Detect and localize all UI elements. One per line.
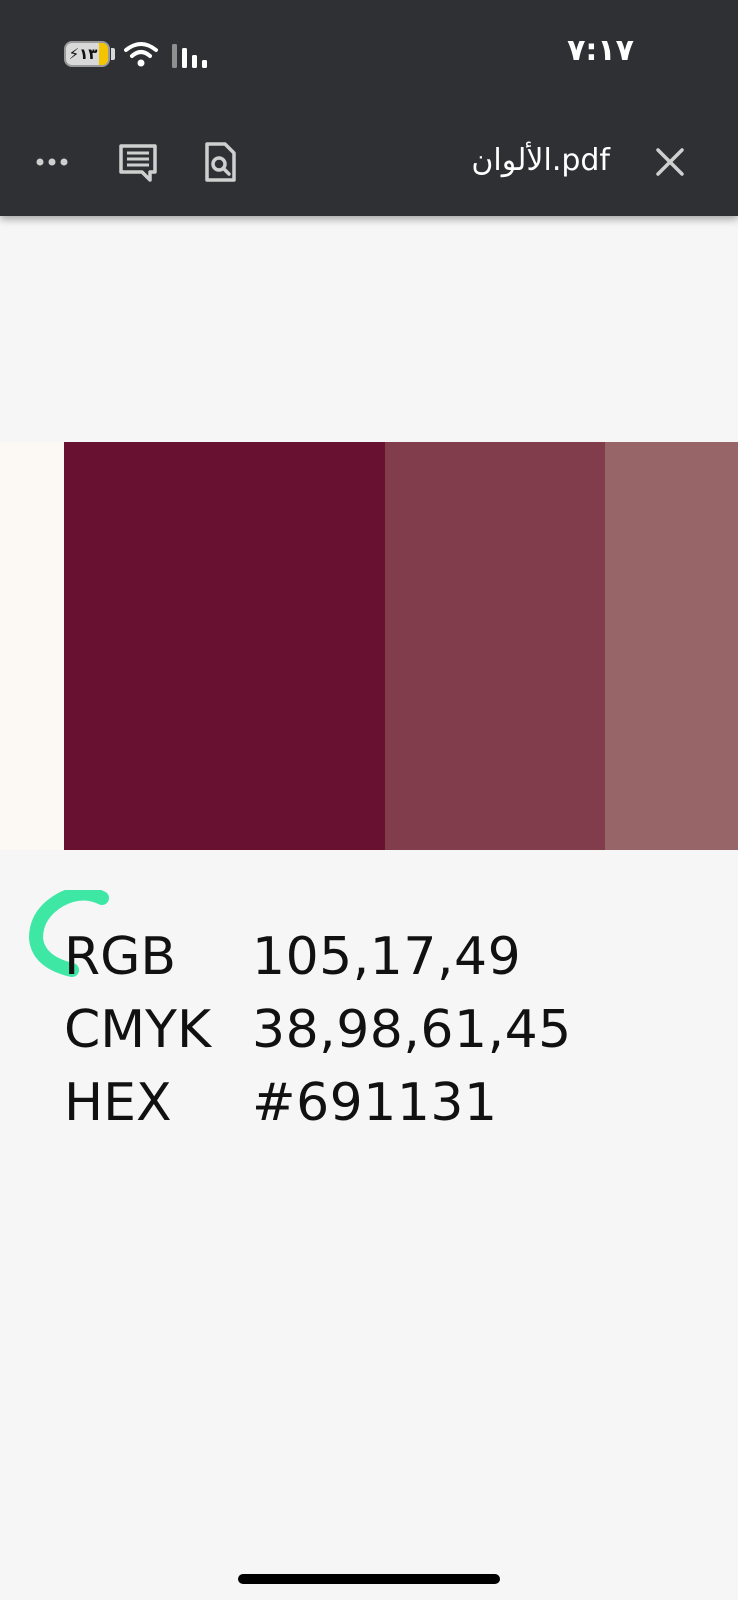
comment-icon[interactable]	[116, 140, 160, 184]
battery-label: ⚡١٣	[68, 45, 98, 63]
color-values: RGB 105,17,49 CMYK 38,98,61,45 HEX #6911…	[64, 920, 572, 1139]
hex-row: HEX #691131	[64, 1066, 572, 1139]
cmyk-label: CMYK	[64, 999, 212, 1060]
cmyk-row: CMYK 38,98,61,45	[64, 993, 572, 1066]
hex-label: HEX	[64, 1072, 172, 1133]
document-search-icon[interactable]	[198, 140, 242, 184]
rgb-label: RGB	[64, 926, 177, 987]
color-swatch-light	[0, 442, 64, 850]
close-icon[interactable]	[648, 140, 692, 184]
battery-level	[99, 43, 108, 65]
home-indicator[interactable]	[238, 1574, 500, 1584]
color-swatch-primary	[64, 442, 385, 850]
hex-value: #691131	[252, 1072, 498, 1133]
battery-icon: ⚡١٣	[64, 41, 110, 67]
pdf-viewer-toolbar: ⚡١٣ ٧:١٧ الألوان.pdf	[0, 0, 738, 216]
wifi-icon	[124, 42, 158, 67]
color-swatch-tint-1	[385, 442, 605, 850]
battery-cap	[111, 48, 115, 60]
cmyk-value: 38,98,61,45	[252, 999, 572, 1060]
rgb-value: 105,17,49	[252, 926, 522, 987]
cellular-signal-icon	[172, 44, 207, 68]
more-horizontal-icon[interactable]	[30, 140, 74, 184]
rgb-row: RGB 105,17,49	[64, 920, 572, 993]
document-title: الألوان.pdf	[471, 143, 610, 178]
status-time: ٧:١٧	[567, 33, 634, 68]
color-swatch-tint-2	[605, 442, 738, 850]
